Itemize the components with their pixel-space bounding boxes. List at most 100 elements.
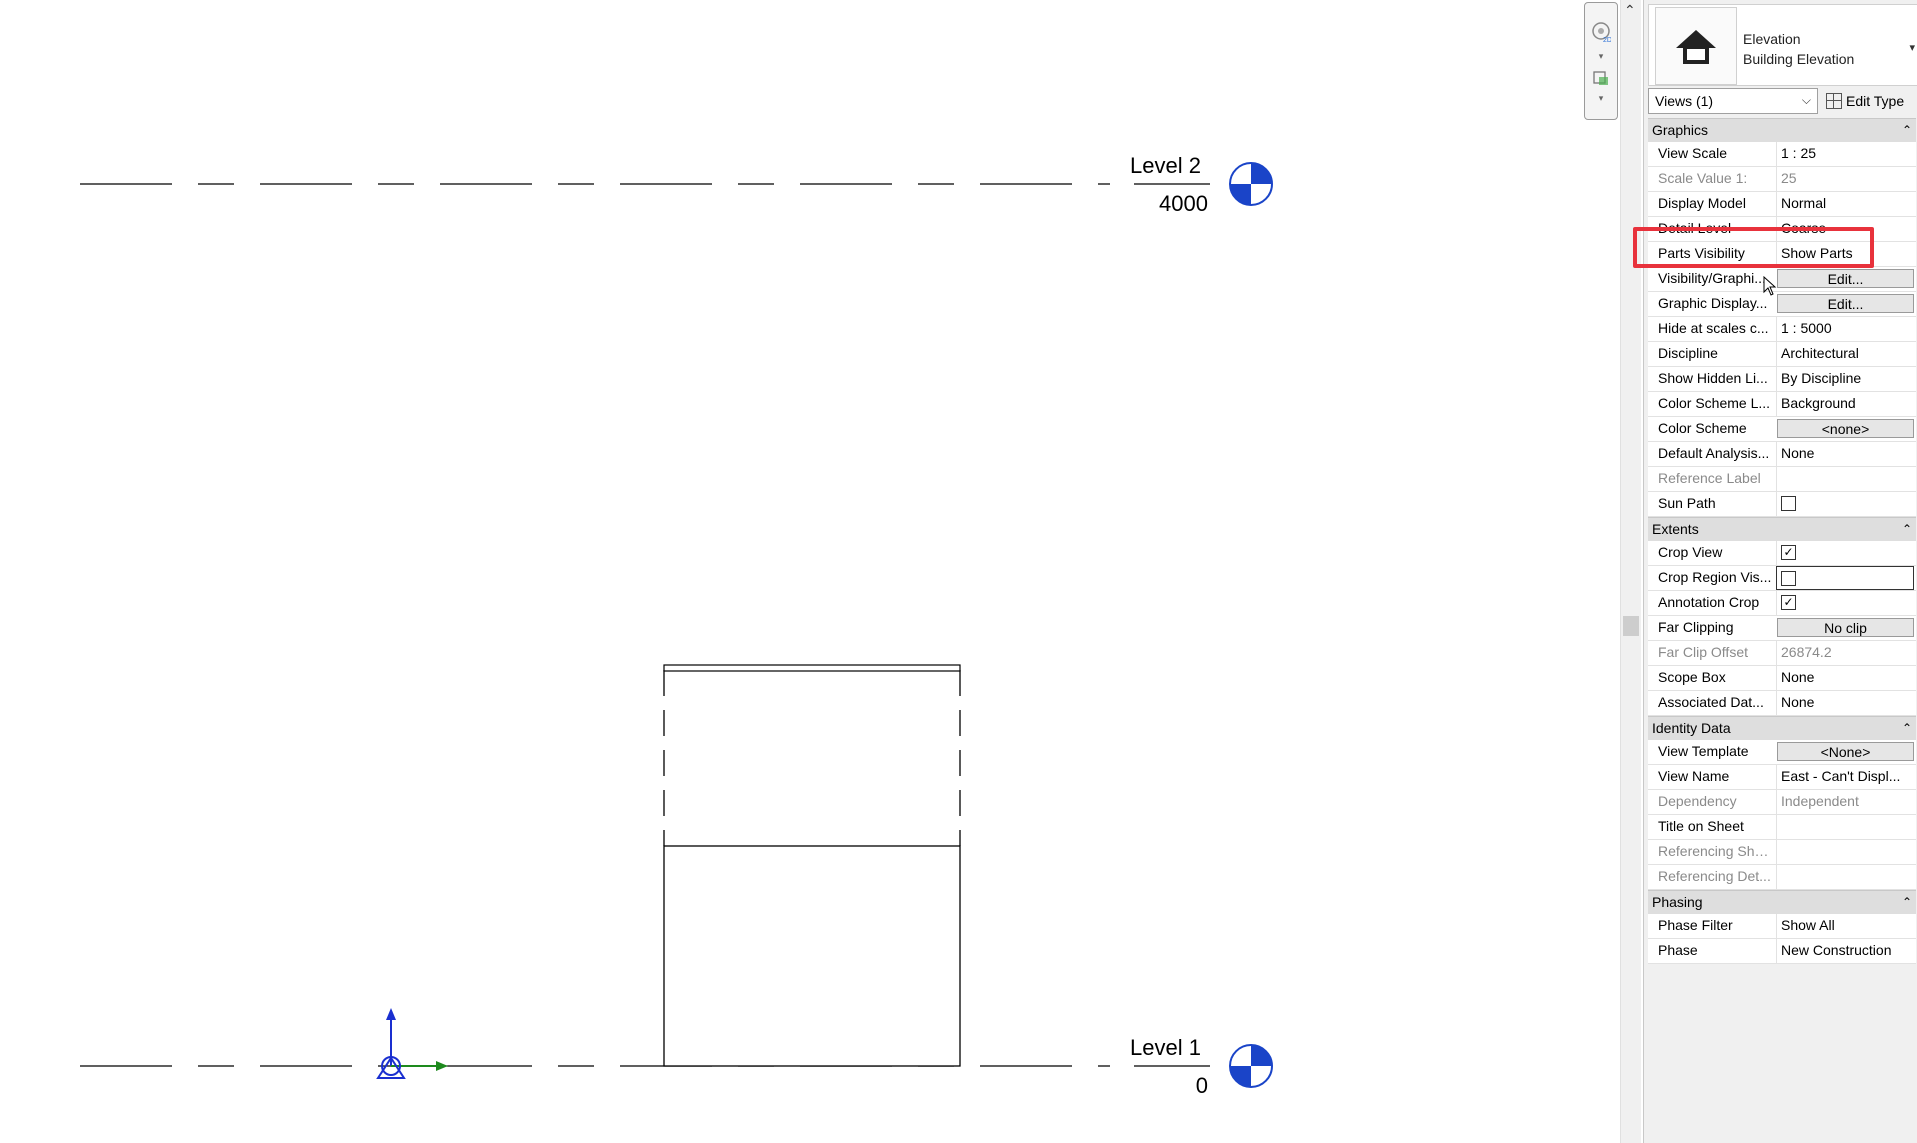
group-phasing[interactable]: Phasing ⌃ [1648, 890, 1916, 914]
property-label: Scale Value 1: [1658, 170, 1748, 186]
property-label: Referencing She... [1658, 843, 1773, 859]
property-value-button[interactable]: No clip [1777, 618, 1914, 637]
collapse-icon[interactable]: ⌃ [1902, 119, 1912, 142]
property-value[interactable]: None [1776, 442, 1916, 466]
scrollbar-thumb[interactable] [1623, 616, 1639, 636]
property-label: Visibility/Graphi... [1658, 270, 1766, 286]
property-value[interactable] [1776, 815, 1916, 839]
property-value: 25 [1776, 167, 1916, 191]
property-label: Referencing Det... [1658, 868, 1771, 884]
property-label: View Scale [1658, 145, 1728, 161]
property-row[interactable]: Scope Box None [1648, 666, 1916, 691]
property-row[interactable]: Graphic Display... Edit... [1648, 292, 1916, 317]
chevron-down-icon[interactable]: ▾ [1591, 93, 1611, 113]
scroll-up-icon[interactable]: ⌃ [1624, 2, 1636, 19]
property-value[interactable]: By Discipline [1776, 367, 1916, 391]
views-instance-selector[interactable]: Views (1) ⌵ [1648, 88, 1818, 114]
property-row[interactable]: View Template <None> [1648, 740, 1916, 765]
property-value-button[interactable]: Edit... [1777, 269, 1914, 288]
property-row[interactable]: View Scale 1 : 25 [1648, 142, 1916, 167]
property-value[interactable] [1776, 492, 1916, 516]
property-row[interactable]: Associated Dat... None [1648, 691, 1916, 716]
property-value[interactable]: New Construction [1776, 939, 1916, 963]
property-row[interactable]: Color Scheme <none> [1648, 417, 1916, 442]
property-label: Crop Region Vis... [1658, 569, 1772, 585]
property-value[interactable]: None [1776, 691, 1916, 715]
wall-lower [663, 845, 961, 1067]
group-identity-data[interactable]: Identity Data ⌃ [1648, 716, 1916, 740]
property-label: Associated Dat... [1658, 694, 1764, 710]
checkbox-checked[interactable]: ✓ [1781, 594, 1796, 610]
property-value[interactable]: East - Can't Displ... [1776, 765, 1916, 789]
checkbox-checked[interactable]: ✓ [1781, 544, 1796, 560]
property-value: Independent [1776, 790, 1916, 814]
property-value-button[interactable]: <none> [1777, 419, 1914, 438]
property-row[interactable]: Crop View ✓ [1648, 541, 1916, 566]
level-2-elevation[interactable]: 4000 [1128, 191, 1208, 217]
property-row[interactable]: Title on Sheet [1648, 815, 1916, 840]
property-row[interactable]: Annotation Crop ✓ [1648, 591, 1916, 616]
property-label: Title on Sheet [1658, 818, 1744, 834]
property-value[interactable]: Background [1776, 392, 1916, 416]
property-value-button[interactable]: Edit... [1777, 294, 1914, 313]
level-1-elevation[interactable]: 0 [1128, 1073, 1208, 1099]
property-row[interactable]: View Name East - Can't Displ... [1648, 765, 1916, 790]
property-row: Scale Value 1: 25 [1648, 167, 1916, 192]
checkbox-unchecked[interactable] [1781, 570, 1796, 586]
level-1-name[interactable]: Level 1 [1130, 1035, 1201, 1061]
property-value[interactable]: Show All [1776, 914, 1916, 938]
edit-type-icon [1826, 93, 1842, 110]
property-label: Default Analysis... [1658, 445, 1770, 461]
property-value[interactable]: Architectural [1776, 342, 1916, 366]
level-1-head-icon [1229, 1044, 1273, 1088]
property-value[interactable]: ✓ [1776, 541, 1916, 565]
property-row[interactable]: Display Model Normal [1648, 192, 1916, 217]
type-selector[interactable]: Elevation Building Elevation ▾ [1648, 4, 1917, 86]
property-value[interactable]: 1 : 25 [1776, 142, 1916, 166]
property-value-button[interactable]: <None> [1777, 742, 1914, 761]
property-row[interactable]: Phase New Construction [1648, 939, 1916, 964]
property-label: Hide at scales c... [1658, 320, 1769, 336]
property-label: Annotation Crop [1658, 594, 1760, 610]
property-value[interactable]: None [1776, 666, 1916, 690]
property-row[interactable]: Default Analysis... None [1648, 442, 1916, 467]
checkbox-unchecked[interactable] [1781, 495, 1796, 511]
property-value[interactable]: 1 : 5000 [1776, 317, 1916, 341]
group-title: Phasing [1652, 894, 1703, 910]
property-row[interactable]: Color Scheme L... Background [1648, 392, 1916, 417]
annotation-highlight-box [1633, 227, 1874, 268]
mouse-cursor-icon [1763, 275, 1777, 301]
property-label: Discipline [1658, 345, 1718, 361]
collapse-icon[interactable]: ⌃ [1902, 717, 1912, 740]
group-title: Graphics [1652, 122, 1709, 138]
canvas-vertical-scrollbar[interactable]: ⌃ [1620, 0, 1641, 1143]
property-value[interactable] [1776, 566, 1914, 590]
level-2-name[interactable]: Level 2 [1130, 153, 1201, 179]
type-dropdown-icon[interactable]: ▾ [1909, 41, 1915, 54]
property-row[interactable]: Hide at scales c... 1 : 5000 [1648, 317, 1916, 342]
group-title: Identity Data [1652, 720, 1731, 736]
zoom-icon[interactable] [1591, 69, 1611, 89]
property-value[interactable]: Normal [1776, 192, 1916, 216]
property-row[interactable]: Sun Path [1648, 492, 1916, 517]
collapse-icon[interactable]: ⌃ [1902, 518, 1912, 541]
steering-wheel-icon[interactable]: 2D [1591, 21, 1612, 44]
property-row[interactable]: Crop Region Vis... [1648, 566, 1916, 591]
group-title: Extents [1652, 521, 1699, 537]
property-label: Display Model [1658, 195, 1746, 211]
drawing-canvas[interactable]: Level 2 4000 Level 1 0 [0, 0, 1585, 1143]
chevron-down-icon[interactable]: ▾ [1591, 51, 1611, 71]
collapse-icon[interactable]: ⌃ [1902, 891, 1912, 914]
group-graphics[interactable]: Graphics ⌃ [1648, 118, 1916, 142]
property-row[interactable]: Visibility/Graphi... Edit... [1648, 267, 1916, 292]
group-extents[interactable]: Extents ⌃ [1648, 517, 1916, 541]
property-value[interactable]: ✓ [1776, 591, 1916, 615]
property-row[interactable]: Discipline Architectural [1648, 342, 1916, 367]
property-row[interactable]: Far Clipping No clip [1648, 616, 1916, 641]
property-row: Far Clip Offset 26874.2 [1648, 641, 1916, 666]
properties-palette: Elevation Building Elevation ▾ Views (1)… [1643, 0, 1917, 1143]
property-value [1776, 865, 1916, 889]
edit-type-button[interactable]: Edit Type [1826, 88, 1904, 114]
property-row[interactable]: Show Hidden Li... By Discipline [1648, 367, 1916, 392]
property-row[interactable]: Phase Filter Show All [1648, 914, 1916, 939]
